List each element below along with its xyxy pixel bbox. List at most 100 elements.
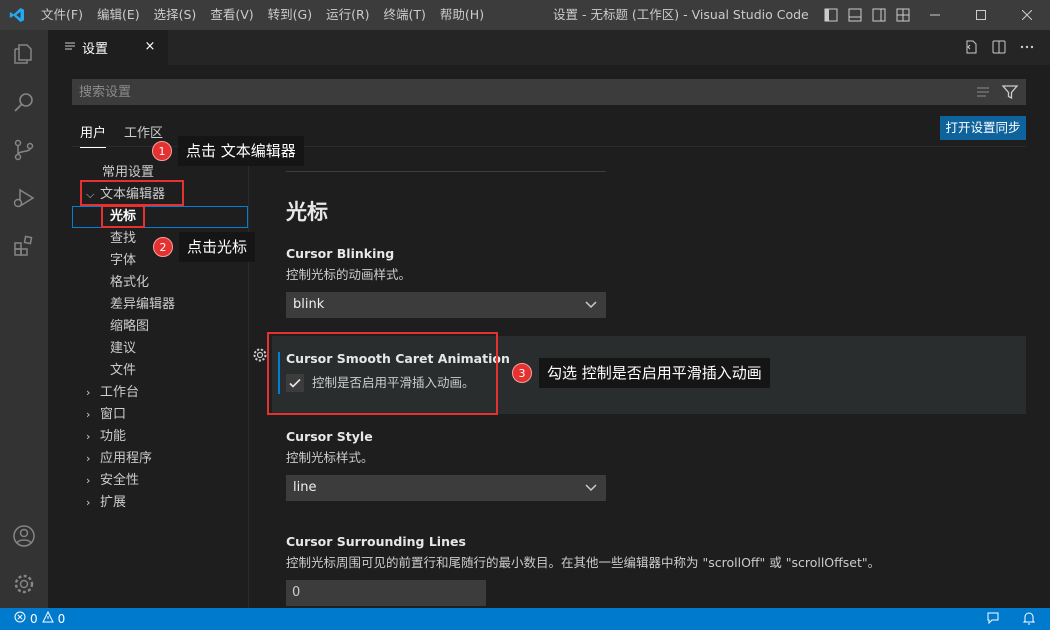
toc-label: 应用程序 — [100, 451, 153, 466]
chevron-right-icon: › — [86, 452, 91, 465]
select-value: blink — [293, 297, 325, 312]
menu-help[interactable]: 帮助(H) — [433, 0, 491, 30]
toc-item-font[interactable]: 字体 — [110, 250, 136, 272]
tab-settings[interactable]: 设置 × — [48, 30, 168, 65]
title-bar: 文件(F) 编辑(E) 选择(S) 查看(V) 转到(G) 运行(R) 终端(T… — [0, 0, 1050, 30]
maximize-icon[interactable] — [958, 0, 1004, 30]
account-icon[interactable] — [0, 512, 48, 560]
chevron-down-icon — [585, 476, 597, 500]
setting-title: Cursor Style — [286, 429, 373, 444]
chevron-right-icon: › — [86, 474, 91, 487]
clear-filter-icon[interactable] — [975, 83, 993, 105]
settings-file-icon — [64, 40, 76, 56]
toc-item-files[interactable]: 文件 — [110, 360, 136, 382]
toc-item-security[interactable]: › 安全性 — [86, 470, 139, 492]
toc-label: 窗口 — [100, 407, 127, 422]
toc-selection-highlight — [72, 206, 248, 228]
select-value: line — [293, 480, 317, 495]
warning-count: 0 — [57, 612, 66, 626]
setting-description: 控制光标样式。 — [286, 450, 374, 465]
explorer-icon[interactable] — [0, 30, 48, 78]
search-icon[interactable] — [0, 78, 48, 126]
window-controls — [912, 0, 1050, 30]
toc-item-extensions[interactable]: › 扩展 — [86, 492, 126, 514]
more-actions-icon[interactable] — [1018, 38, 1036, 56]
window-title: 设置 - 无标题 (工作区) - Visual Studio Code — [553, 7, 809, 22]
error-icon — [14, 608, 26, 630]
toggle-panel-icon[interactable] — [846, 6, 864, 24]
toc-label: 功能 — [100, 429, 127, 444]
feedback-icon[interactable] — [986, 611, 1000, 628]
customize-layout-icon[interactable] — [894, 6, 912, 24]
close-window-icon[interactable] — [1004, 0, 1050, 30]
tab-label: 设置 — [82, 42, 109, 57]
toc-item-workbench[interactable]: › 工作台 — [86, 382, 139, 404]
menu-go[interactable]: 转到(G) — [261, 0, 319, 30]
cursor-style-select[interactable]: line — [286, 475, 606, 501]
manage-gear-icon[interactable] — [0, 560, 48, 608]
toc-label: 扩展 — [100, 495, 127, 510]
chevron-down-icon — [585, 293, 597, 317]
toc-item-minimap[interactable]: 缩略图 — [110, 316, 149, 338]
chevron-right-icon: › — [86, 386, 91, 399]
tab-user[interactable]: 用户 — [80, 122, 107, 148]
toc-item-window[interactable]: › 窗口 — [86, 404, 126, 426]
toggle-secondary-sidebar-icon[interactable] — [870, 6, 888, 24]
menu-bar: 文件(F) 编辑(E) 选择(S) 查看(V) 转到(G) 运行(R) 终端(T… — [34, 0, 491, 30]
toc-item-find[interactable]: 查找 — [110, 228, 136, 250]
status-right-items — [986, 608, 1036, 630]
warning-icon — [41, 608, 54, 630]
vscode-logo-icon — [0, 0, 34, 30]
editor-area: 设置 × 用户 工作区 打开设置同步 常用设置 ⌵文本编辑器 光标 查找 字体 … — [48, 30, 1050, 608]
menu-view[interactable]: 查看(V) — [203, 0, 260, 30]
annotation-badge-1: 1 — [152, 141, 172, 161]
annotation-callout-2: 点击光标 — [179, 232, 256, 262]
toc-label: 安全性 — [100, 473, 140, 488]
setting-description: 控制光标周围可见的前置行和尾随行的最小数目。在其他一些编辑器中称为 "scrol… — [286, 555, 881, 570]
toc-label: 工作台 — [100, 385, 140, 400]
run-debug-icon[interactable] — [0, 174, 48, 222]
surrounding-lines-input[interactable]: 0 — [286, 580, 486, 606]
source-control-icon[interactable] — [0, 126, 48, 174]
settings-toc: 常用设置 ⌵ 文本编辑器 光标 查找 字体 格式化 差异编辑器 缩略图 建议 文件… — [72, 154, 248, 608]
extensions-icon[interactable] — [0, 222, 48, 270]
notifications-bell-icon[interactable] — [1022, 611, 1036, 628]
toc-item-features[interactable]: › 功能 — [86, 426, 126, 448]
tab-bar: 设置 × — [48, 30, 1050, 65]
toc-item-diff-editor[interactable]: 差异编辑器 — [110, 294, 175, 316]
menu-run[interactable]: 运行(R) — [319, 0, 376, 30]
annotation-box-cursor — [101, 205, 145, 228]
filter-icon[interactable] — [1001, 83, 1019, 105]
section-title: 光标 — [286, 200, 328, 224]
toc-item-application[interactable]: › 应用程序 — [86, 448, 152, 470]
split-editor-icon[interactable] — [990, 38, 1008, 56]
settings-search-input[interactable] — [73, 80, 973, 104]
setting-description: 控制光标的动画样式。 — [286, 267, 412, 282]
status-bar: 0 0 — [0, 608, 1050, 630]
cursor-blinking-select[interactable]: blink — [286, 292, 606, 318]
toc-separator — [248, 154, 249, 608]
minimize-icon[interactable] — [912, 0, 958, 30]
open-settings-json-icon[interactable] — [962, 38, 980, 56]
menu-file[interactable]: 文件(F) — [34, 0, 90, 30]
settings-scope-tabs: 用户 工作区 — [80, 122, 163, 148]
annotation-box-text-editor — [80, 180, 184, 206]
menu-terminal[interactable]: 终端(T) — [377, 0, 433, 30]
setting-title: Cursor Surrounding Lines — [286, 534, 466, 549]
setting-title: Cursor Blinking — [286, 246, 395, 261]
menu-selection[interactable]: 选择(S) — [147, 0, 204, 30]
settings-sync-button[interactable]: 打开设置同步 — [940, 116, 1026, 140]
menu-edit[interactable]: 编辑(E) — [90, 0, 147, 30]
annotation-callout-3: 勾选 控制是否启用平滑插入动画 — [539, 358, 770, 388]
setting-gear-icon[interactable] — [252, 347, 268, 363]
problems-indicator[interactable]: 0 0 — [14, 608, 65, 630]
annotation-box-checkbox — [267, 332, 498, 415]
toc-item-formatting[interactable]: 格式化 — [110, 272, 149, 294]
layout-controls — [822, 0, 912, 30]
close-icon[interactable]: × — [142, 39, 158, 55]
toggle-primary-sidebar-icon[interactable] — [822, 6, 840, 24]
activity-bar — [0, 30, 48, 608]
annotation-badge-2: 2 — [153, 237, 173, 257]
error-count: 0 — [30, 612, 38, 626]
toc-item-suggestions[interactable]: 建议 — [110, 338, 136, 360]
